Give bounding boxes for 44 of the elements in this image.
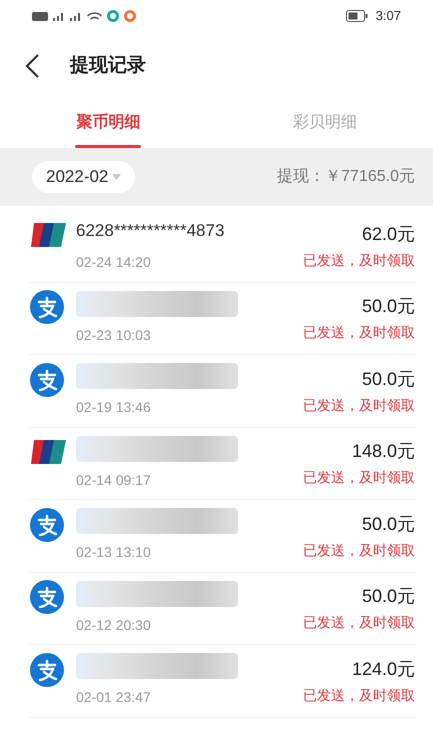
battery-icon	[346, 10, 368, 22]
record-status: 已发送，及时领取	[303, 468, 415, 488]
app-ring-icon	[124, 10, 136, 22]
withdrawal-total: 提现：￥77165.0元	[277, 167, 415, 187]
record-amount: 148.0元	[352, 440, 415, 464]
record-amount: 50.0元	[362, 295, 415, 318]
app-ring-icon	[107, 10, 119, 22]
record-status: 已发送，及时领取	[303, 686, 415, 705]
signal-icon	[70, 12, 82, 20]
record-status: 已发送，及时领取	[303, 540, 415, 560]
record-time: 02-24 14:20	[76, 253, 152, 272]
page-title: 提现记录	[70, 54, 146, 78]
record-amount: 50.0元	[362, 585, 415, 608]
signal-icon	[53, 12, 65, 20]
record-time: 02-12 20:30	[76, 616, 152, 635]
tab[interactable]: 聚币明细	[0, 100, 216, 148]
payment-logo-icon	[30, 508, 64, 542]
record-status: 已发送，及时领取	[303, 396, 415, 415]
record-status: 已发送，及时领取	[303, 323, 415, 342]
record-time: 02-19 13:46	[76, 398, 152, 418]
month-dropdown[interactable]: 2022-02	[32, 161, 136, 193]
payment-logo-icon	[30, 652, 64, 687]
record-status: 已发送，及时领取	[303, 250, 415, 270]
back-icon[interactable]	[24, 53, 40, 79]
account-number: 6228***********4873	[76, 220, 226, 242]
card-logo-icon	[30, 439, 68, 466]
payment-logo-icon	[30, 580, 64, 614]
record-amount: 50.0元	[362, 512, 415, 536]
clock-time: 3:07	[376, 7, 401, 26]
payment-logo-icon	[30, 362, 64, 397]
record-status: 已发送，及时领取	[303, 613, 415, 632]
tab[interactable]: 彩贝明细	[216, 100, 433, 148]
record-time: 02-23 10:03	[76, 326, 152, 345]
dropdown-caret-icon	[112, 174, 122, 180]
record-time: 02-01 23:47	[76, 688, 152, 708]
hd-icon	[32, 12, 48, 20]
wifi-icon	[87, 12, 102, 20]
payment-logo-icon	[30, 290, 64, 324]
card-logo-icon	[30, 222, 68, 248]
record-amount: 50.0元	[362, 368, 415, 391]
record-amount: 124.0元	[352, 658, 415, 681]
record-amount: 62.0元	[362, 222, 415, 246]
record-time: 02-13 13:10	[76, 543, 152, 562]
record-time: 02-14 09:17	[76, 470, 152, 490]
